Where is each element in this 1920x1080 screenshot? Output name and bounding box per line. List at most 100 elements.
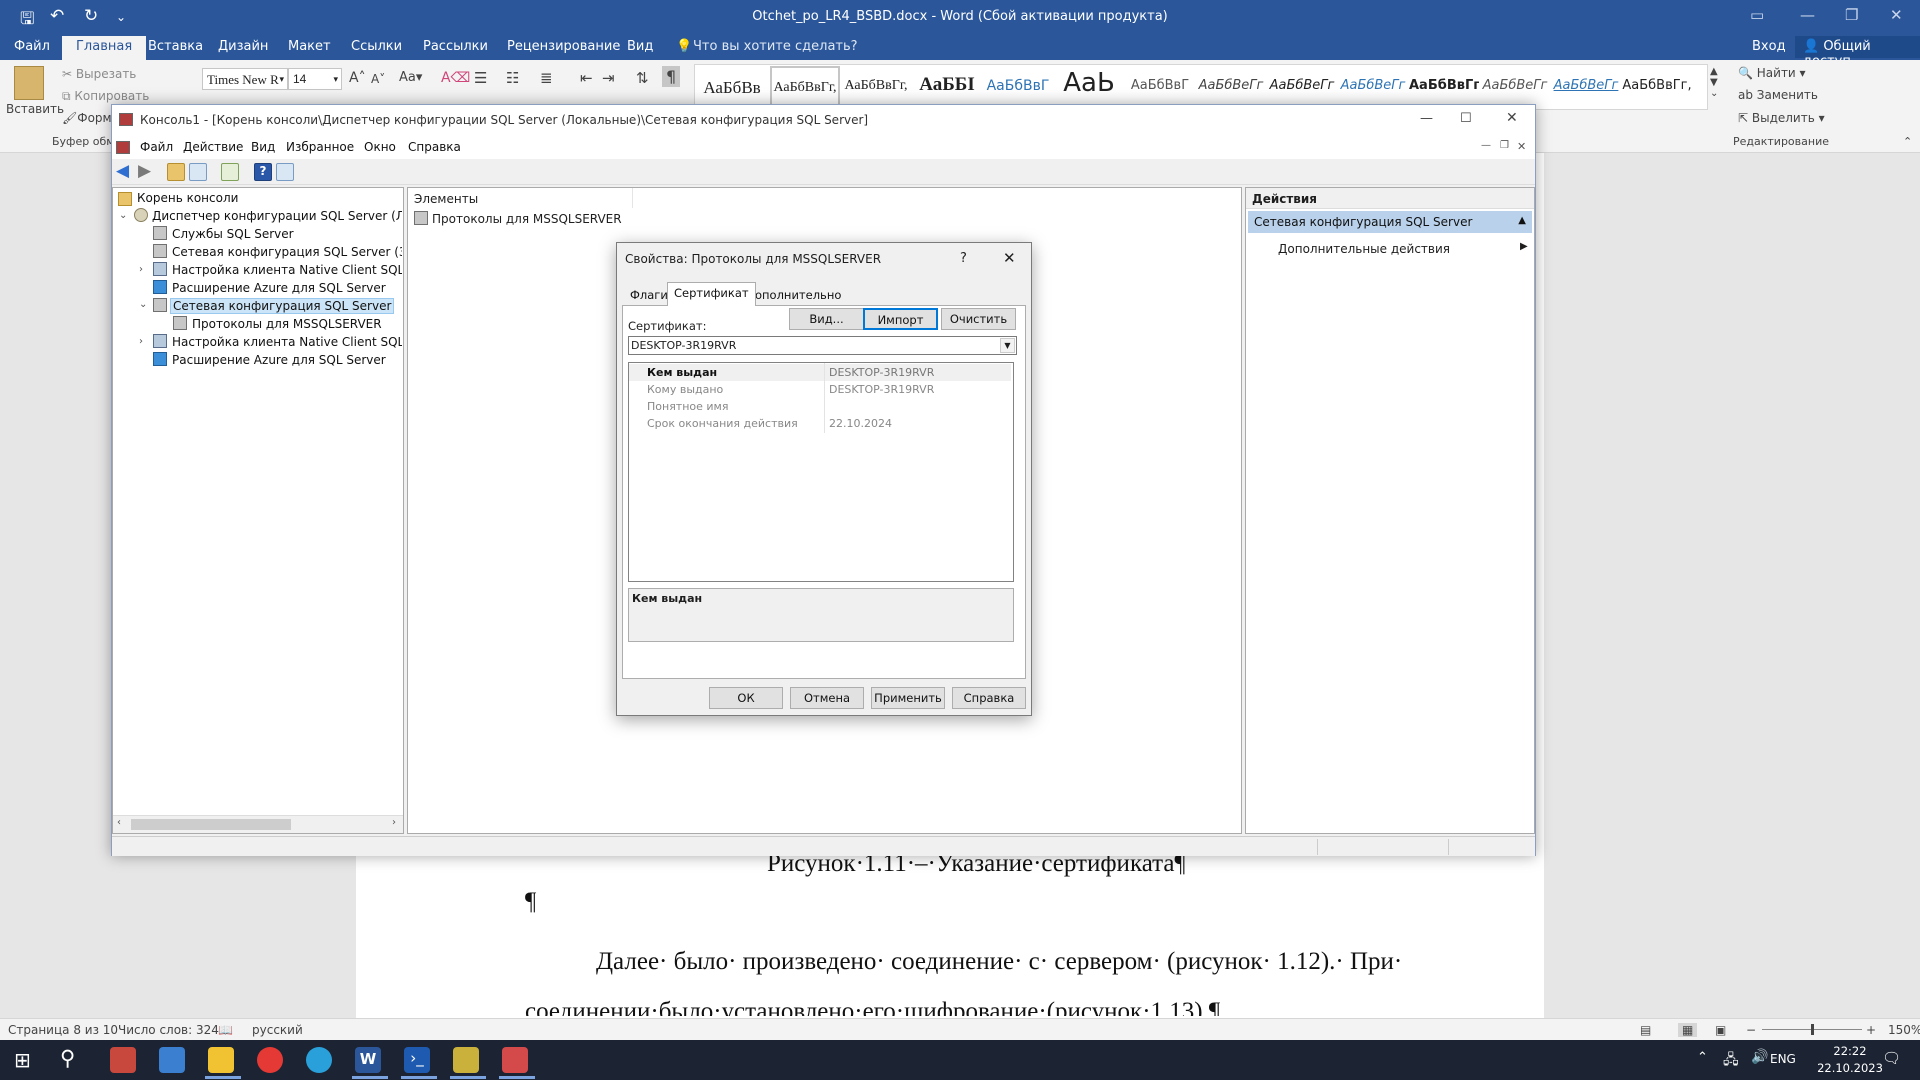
tray-chevron-icon[interactable]: ⌃ [1697, 1050, 1708, 1065]
tab-view[interactable]: Вид [627, 39, 653, 54]
word-icon[interactable]: W [355, 1047, 381, 1073]
tree-item-net32[interactable]: Сетевая конфигурация SQL Server (32-разр… [172, 245, 402, 259]
shrink-font-icon[interactable]: A˅ [371, 72, 385, 86]
increase-indent-icon[interactable]: ⇥ [602, 69, 615, 87]
mmc-app-icon[interactable] [116, 141, 130, 154]
tab-insert[interactable]: Вставка [148, 39, 203, 54]
format-painter-button[interactable]: 🖌Форм [62, 111, 112, 125]
app-icon[interactable] [159, 1047, 185, 1073]
clock-date[interactable]: 22.10.2023 [1812, 1061, 1888, 1075]
multilevel-icon[interactable]: ≣ [540, 69, 553, 87]
tab-references[interactable]: Ссылки [351, 39, 402, 54]
collapse-icon[interactable]: ⌄ [139, 299, 147, 310]
tree-item-manager[interactable]: Диспетчер конфигурации SQL Server (Локал… [152, 209, 402, 223]
tab-design[interactable]: Дизайн [218, 39, 268, 54]
cut-button[interactable]: ✂ Вырезать [62, 67, 136, 81]
tab-home[interactable]: Главная [62, 36, 147, 60]
close-icon[interactable]: ✕ [1003, 249, 1016, 267]
style-item[interactable]: АаБбВвГ [1125, 66, 1195, 108]
zoom-out-icon[interactable]: − [1746, 1023, 1756, 1037]
more-actions-item[interactable]: Дополнительные действия [1278, 242, 1450, 256]
close-icon[interactable]: ✕ [1506, 110, 1518, 126]
select-button[interactable]: ⇱ Выделить ▾ [1738, 111, 1825, 125]
replace-button[interactable]: ab Заменить [1738, 88, 1818, 102]
style-item[interactable]: АаБбВвГг, [1622, 66, 1692, 108]
help-icon[interactable]: ? [254, 163, 272, 181]
close-icon[interactable]: ✕ [1890, 6, 1903, 24]
decrease-indent-icon[interactable]: ⇤ [580, 69, 593, 87]
tree-item-net-selected[interactable]: Сетевая конфигурация SQL Server [170, 298, 395, 314]
list-item[interactable]: Протоколы для MSSQLSERVER [432, 212, 622, 226]
grow-font-icon[interactable]: A˄ [349, 70, 366, 86]
tab-review[interactable]: Рецензирование [507, 39, 620, 54]
actions-section[interactable]: Сетевая конфигурация SQL Server ▲ [1248, 211, 1532, 233]
style-item[interactable]: АаБбВв [697, 66, 767, 108]
scroll-right-icon[interactable]: › [392, 817, 396, 828]
menu-help[interactable]: Справка [408, 140, 461, 154]
search-icon[interactable]: ⚲ [60, 1046, 75, 1070]
tell-me-box[interactable]: Что вы хотите сделать? [693, 39, 858, 54]
style-item[interactable]: АаБбВеГг [1551, 66, 1621, 108]
style-item-selected[interactable]: АаБбВвГг, [770, 66, 840, 108]
tree-item-azure32[interactable]: Расширение Azure для SQL Server [172, 281, 386, 295]
child-restore-icon[interactable]: ❐ [1500, 140, 1509, 151]
gallery-scroll-icon[interactable]: ▲ ▼ ⌄ [1710, 66, 1718, 99]
change-case-button[interactable]: Aa▾ [399, 70, 422, 85]
clear-format-icon[interactable]: A⌫ [441, 70, 470, 86]
chrome-icon[interactable] [257, 1047, 283, 1073]
tree-item-native32[interactable]: Настройка клиента Native Client SQL верс… [172, 263, 402, 277]
notifications-icon[interactable]: 🗨 [1882, 1049, 1901, 1067]
style-item[interactable]: АаБбВеГг [1196, 66, 1266, 108]
pilcrow-toggle-icon[interactable]: ¶ [662, 66, 681, 87]
style-item[interactable]: АаЬ [1054, 66, 1124, 108]
certificate-select[interactable]: DESKTOP-3R19RVR ▼ [628, 336, 1017, 355]
tree-item-root[interactable]: Корень консоли [137, 191, 238, 205]
tree-item-services[interactable]: Службы SQL Server [172, 227, 294, 241]
menu-window[interactable]: Окно [364, 140, 396, 154]
style-item[interactable]: АаБбВеГг [1338, 66, 1408, 108]
tab-layout[interactable]: Макет [288, 39, 331, 54]
print-layout-icon[interactable]: ▦ [1678, 1023, 1698, 1037]
signin-link[interactable]: Вход [1752, 39, 1786, 54]
volume-icon[interactable]: 🔊 [1751, 1049, 1768, 1065]
find-button[interactable]: 🔍 Найти ▾ [1738, 66, 1806, 80]
style-item[interactable]: АаБбВеГг [1267, 66, 1337, 108]
grid-row-expiry[interactable]: Срок окончания действия 22.10.2024 [629, 415, 1011, 432]
back-icon[interactable]: ◀ [116, 161, 129, 181]
restore-icon[interactable]: ❐ [1845, 6, 1858, 24]
ok-button[interactable]: ОК [709, 687, 783, 709]
collapse-ribbon-icon[interactable]: ⌃ [1903, 135, 1912, 148]
view-button[interactable]: Вид... [789, 308, 864, 330]
style-item[interactable]: АаБбВвГ [983, 66, 1053, 108]
tree-item-native[interactable]: Настройка клиента Native Client SQL верс… [172, 335, 402, 349]
tab-certificate[interactable]: Сертификат [667, 282, 756, 306]
expand-icon[interactable]: › [139, 336, 143, 347]
import-button[interactable]: Импорт [863, 308, 938, 330]
menu-action[interactable]: Действие [183, 140, 243, 154]
page-counter[interactable]: Страница 8 из 10 [8, 1023, 118, 1037]
network-icon[interactable]: 🖧 [1723, 1049, 1739, 1073]
windows-start-icon[interactable]: ⊞ [14, 1048, 31, 1072]
export-list-icon[interactable] [221, 163, 239, 181]
tab-file[interactable]: Файл [14, 39, 50, 54]
style-item[interactable]: АаББІ [912, 66, 982, 108]
column-header[interactable]: Элементы [408, 188, 633, 208]
tree-hscrollbar[interactable]: ‹ › [113, 815, 403, 833]
cancel-button[interactable]: Отмена [790, 687, 864, 709]
web-layout-icon[interactable]: ▣ [1715, 1023, 1726, 1037]
grid-row-issuer[interactable]: Кем выдан DESKTOP-3R19RVR [629, 364, 1011, 381]
proofing-icon[interactable]: 📖 [218, 1023, 233, 1037]
scroll-left-icon[interactable]: ‹ [117, 817, 121, 828]
forward-icon[interactable]: ▶ [138, 161, 151, 181]
style-item[interactable]: АаБбВвГг, [1409, 66, 1479, 108]
font-name-select[interactable]: Times New R ▾ [202, 68, 288, 90]
paste-button[interactable]: Вставить [6, 102, 64, 116]
file-explorer-icon[interactable] [208, 1047, 234, 1073]
child-close-icon[interactable]: ✕ [1517, 140, 1526, 153]
paste-icon[interactable] [14, 66, 44, 100]
clock-time[interactable]: 22:22 [1820, 1044, 1880, 1058]
zoom-slider-thumb[interactable] [1811, 1024, 1814, 1035]
share-button[interactable]: 👤 Общий доступ [1795, 36, 1920, 69]
ribbon-display-icon[interactable]: ▭ [1750, 6, 1764, 24]
menu-view[interactable]: Вид [251, 140, 275, 154]
